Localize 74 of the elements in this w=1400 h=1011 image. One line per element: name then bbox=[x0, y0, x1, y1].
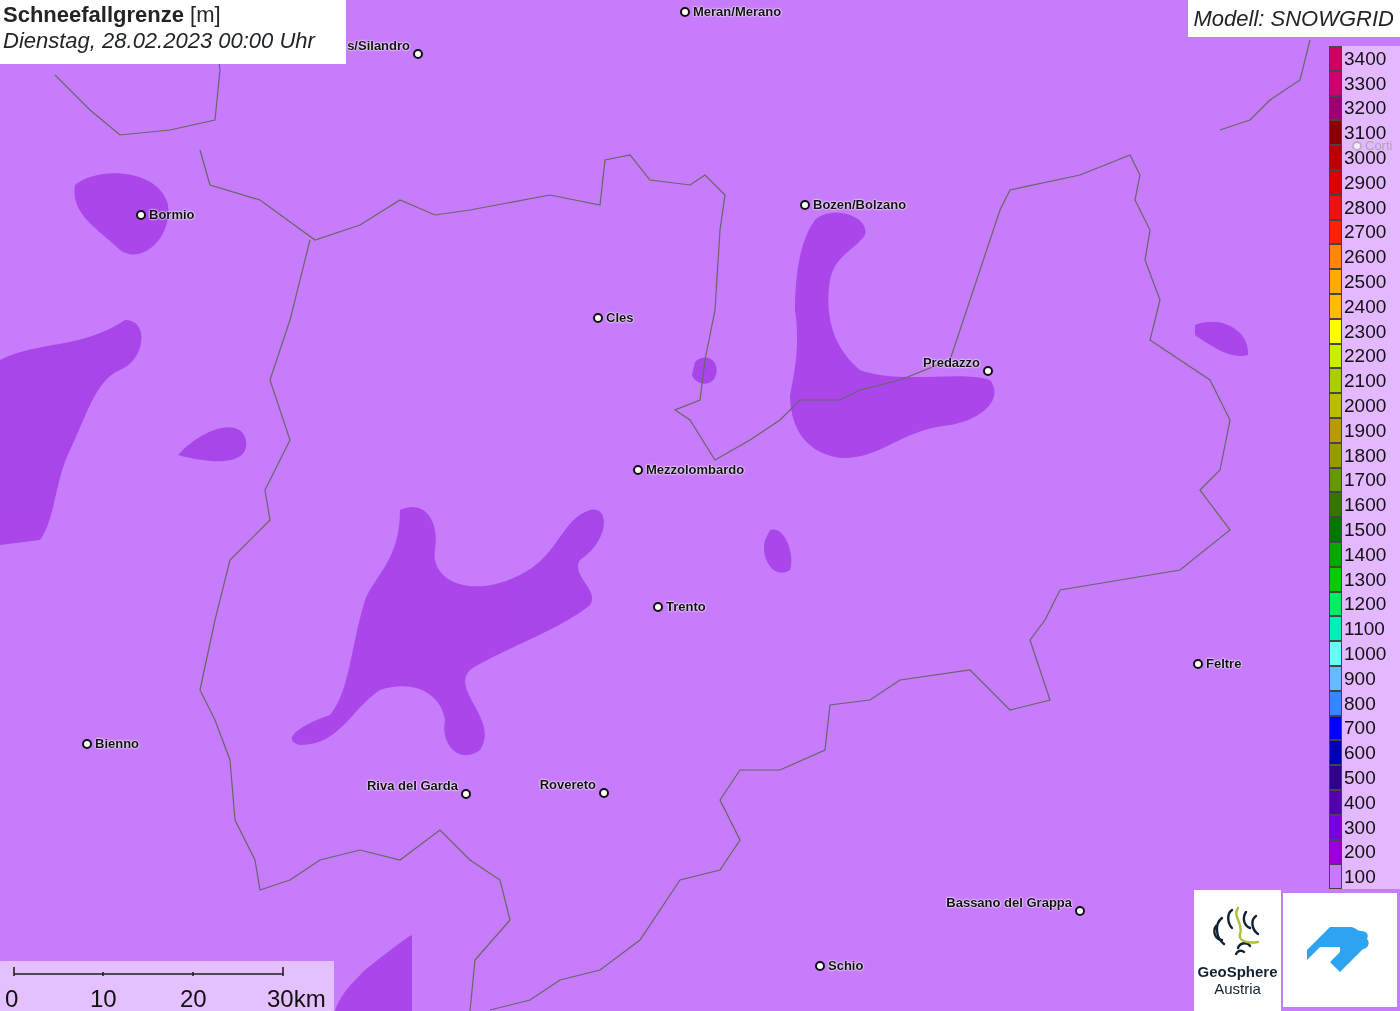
legend-label: 1600 bbox=[1343, 495, 1387, 515]
date-time: Dienstag, 28.02.2023 00:00 Uhr bbox=[3, 28, 317, 55]
scale-label: 30km bbox=[267, 984, 326, 1011]
legend-label: 1300 bbox=[1343, 569, 1387, 589]
legend-label: 3400 bbox=[1343, 48, 1387, 68]
city-label: Bassano del Grappa bbox=[946, 896, 1072, 909]
city-marker bbox=[983, 366, 993, 376]
logo-text: GeoSphere bbox=[1197, 964, 1278, 981]
model-label: Modell: SNOWGRID bbox=[1187, 0, 1400, 37]
city-marker bbox=[82, 739, 92, 749]
city-marker bbox=[800, 200, 810, 210]
legend-label: 1700 bbox=[1343, 470, 1387, 490]
parameter-name: Schneefallgrenze bbox=[3, 2, 184, 27]
legend-label: 100 bbox=[1343, 867, 1376, 887]
legend-label: 600 bbox=[1343, 743, 1376, 763]
city-marker bbox=[599, 788, 609, 798]
city-label: Riva del Garda bbox=[366, 779, 458, 792]
city-marker bbox=[633, 465, 643, 475]
city-label: Bienno bbox=[95, 737, 140, 750]
legend-label: 2000 bbox=[1343, 396, 1387, 416]
legend-label: 2300 bbox=[1343, 321, 1387, 341]
legend-label: 1400 bbox=[1343, 544, 1387, 564]
city-marker bbox=[815, 961, 825, 971]
scale-label: 0 bbox=[5, 984, 19, 1011]
city-marker bbox=[680, 7, 690, 17]
snowfall-zone bbox=[692, 357, 717, 384]
city-label: Predazzo bbox=[922, 356, 980, 369]
legend-label: 700 bbox=[1343, 718, 1376, 738]
legend-label: 2800 bbox=[1343, 197, 1387, 217]
scale-label: 10 bbox=[90, 984, 117, 1011]
legend-label: 3200 bbox=[1343, 98, 1387, 118]
legend-label: 500 bbox=[1343, 768, 1376, 787]
city-label: Cles bbox=[606, 311, 634, 324]
city-label: Feltre bbox=[1206, 657, 1242, 670]
logo-text: Austria bbox=[1214, 980, 1261, 997]
legend-label: 2100 bbox=[1343, 371, 1387, 391]
city-marker bbox=[1193, 659, 1203, 669]
legend-label: 800 bbox=[1343, 693, 1376, 713]
snowfall-zone bbox=[1195, 321, 1248, 356]
snowfall-zone bbox=[764, 529, 792, 573]
legend-label: 2200 bbox=[1343, 346, 1387, 366]
city-marker bbox=[653, 602, 663, 612]
city-label: s/Silandro bbox=[347, 39, 410, 52]
city-marker bbox=[593, 313, 603, 323]
legend-label: 1100 bbox=[1343, 619, 1385, 639]
city-label: Rovereto bbox=[539, 778, 596, 791]
city-label: Bozen/Bolzano bbox=[813, 198, 907, 211]
legend-label: 1800 bbox=[1343, 445, 1387, 465]
legend-label: 2700 bbox=[1343, 222, 1387, 242]
unit-label: [m] bbox=[189, 2, 221, 27]
snowfall-zone bbox=[178, 427, 247, 462]
city-marker bbox=[413, 49, 423, 59]
legend-label: 2600 bbox=[1343, 247, 1387, 267]
legend-label: 200 bbox=[1343, 842, 1376, 862]
city-marker bbox=[461, 789, 471, 799]
legend-label: 2400 bbox=[1343, 296, 1387, 316]
city-label: Mezzolombardo bbox=[646, 463, 745, 476]
legend-label: 900 bbox=[1343, 668, 1376, 688]
city-marker bbox=[1075, 906, 1085, 916]
legend-label: 1900 bbox=[1343, 420, 1387, 440]
city-marker bbox=[136, 210, 146, 220]
legend-label: 2900 bbox=[1343, 172, 1387, 192]
legend-label: 1500 bbox=[1343, 520, 1387, 540]
legend-label: 1000 bbox=[1343, 644, 1387, 663]
city-label: Schio bbox=[828, 959, 864, 972]
city-label: Bormio bbox=[149, 208, 195, 221]
legend-label: 2500 bbox=[1343, 272, 1387, 292]
legend-label: 3300 bbox=[1343, 73, 1387, 93]
legend-label: 400 bbox=[1343, 792, 1376, 812]
scale-label: 20 bbox=[180, 984, 207, 1011]
legend-label: 300 bbox=[1343, 817, 1376, 837]
legend-label: 1200 bbox=[1343, 594, 1387, 614]
city-label: Meran/Merano bbox=[693, 5, 782, 18]
city-label: Trento bbox=[666, 600, 706, 613]
